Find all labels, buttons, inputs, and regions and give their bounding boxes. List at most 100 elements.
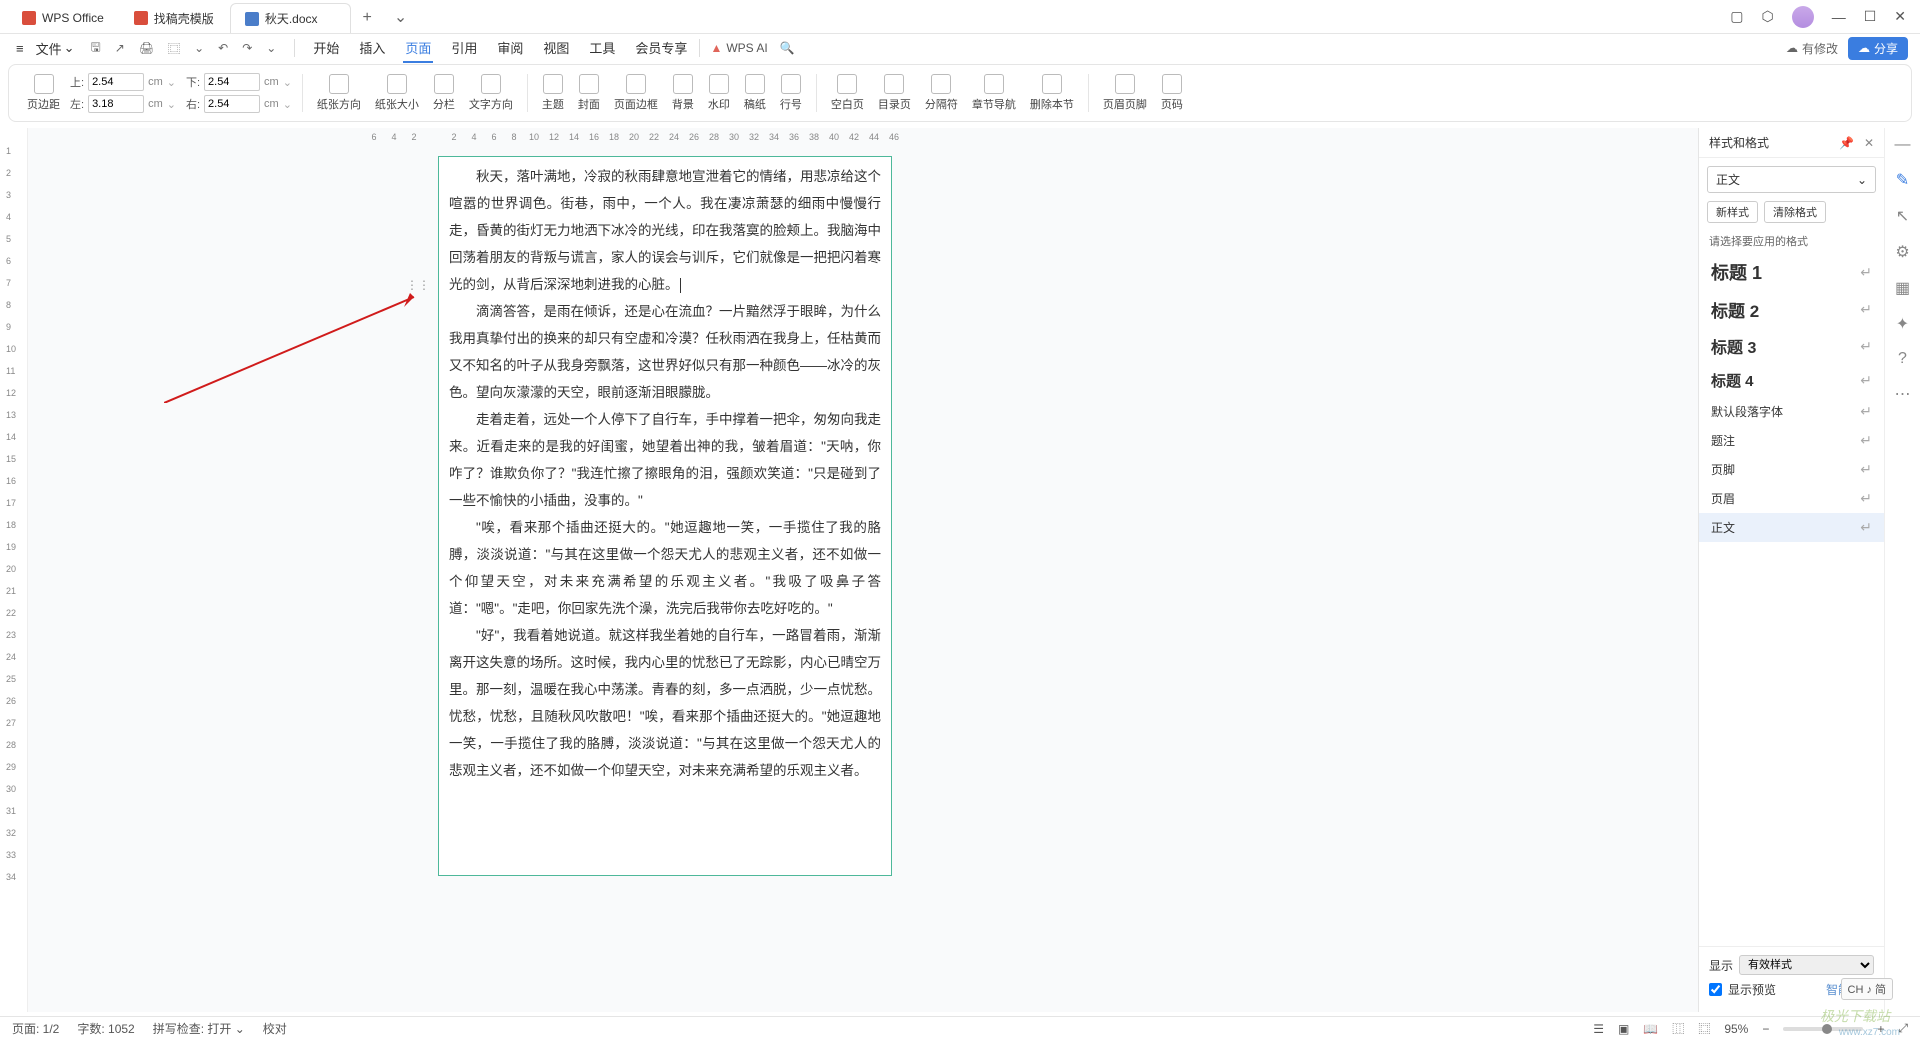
paragraph-4[interactable]: "唉，看来那个插曲还挺大的。"她逗趣地一笑，一手揽住了我的胳膊，淡淡说道："与其…	[449, 514, 881, 622]
cube-icon[interactable]: ⬡	[1761, 8, 1773, 25]
preview-checkbox[interactable]	[1709, 983, 1722, 996]
share-button[interactable]: ☁ 分享	[1848, 37, 1908, 60]
help-icon[interactable]: ?	[1898, 350, 1907, 368]
delete-section-button[interactable]: 删除本节	[1026, 72, 1078, 114]
template-tab[interactable]: 找稿壳模版	[120, 3, 228, 33]
qat-dropdown2[interactable]: ⌄	[266, 41, 276, 55]
zoom-level[interactable]: 95%	[1724, 1022, 1748, 1036]
proofing-status[interactable]: 校对	[263, 1020, 287, 1037]
paragraph-3[interactable]: 走着走着，远处一个人停下了自行车，手中撑着一把伞，匆匆向我走来。近看走来的是我的…	[449, 406, 881, 514]
clear-format-button[interactable]: 清除格式	[1764, 201, 1826, 223]
tab-tools[interactable]: 工具	[587, 34, 617, 63]
close-panel-icon[interactable]: ✕	[1864, 136, 1874, 150]
margin-right-input[interactable]	[204, 95, 260, 113]
margin-button[interactable]: 页边距	[23, 72, 64, 114]
tab-review[interactable]: 审阅	[495, 34, 525, 63]
export-icon[interactable]: ↗	[115, 41, 125, 55]
separator-button[interactable]: 分隔符	[921, 72, 962, 114]
style-item[interactable]: 标题 1↵	[1699, 253, 1884, 291]
paragraph-5[interactable]: "好"，我看着她说道。就这样我坐着她的自行车，一路冒着雨，渐渐离开这失意的场所。…	[449, 622, 881, 784]
watermark-button[interactable]: 水印	[704, 72, 734, 114]
settings-icon[interactable]: ⚙	[1895, 242, 1909, 262]
hamburger-button[interactable]: ≡	[12, 39, 28, 58]
tools-icon[interactable]: ✦	[1896, 314, 1909, 334]
blank-page-button[interactable]: 空白页	[827, 72, 868, 114]
margin-left-input[interactable]	[88, 95, 144, 113]
paragraph-2[interactable]: 滴滴答答，是雨在倾诉，还是心在流血？一片黯然浮于眼眸，为什么我用真挚付出的换来的…	[449, 298, 881, 406]
print-icon[interactable]: 🖨	[139, 41, 154, 55]
tab-page[interactable]: 页面	[403, 34, 433, 63]
edit-icon[interactable]: ✎	[1896, 170, 1909, 190]
maximize-button[interactable]: ☐	[1864, 8, 1877, 25]
view-mode-4-icon[interactable]: ⿲	[1672, 1020, 1684, 1037]
redo-icon[interactable]: ↷	[242, 41, 252, 55]
tab-insert[interactable]: 插入	[357, 34, 387, 63]
page-indicator[interactable]: 页面: 1/2	[12, 1020, 59, 1037]
collapse-icon[interactable]: —	[1895, 136, 1911, 154]
text-direction-button[interactable]: 文字方向	[465, 72, 517, 114]
style-item[interactable]: 页眉↵	[1699, 484, 1884, 513]
header-footer-button[interactable]: 页眉页脚	[1099, 72, 1151, 114]
style-item[interactable]: 页脚↵	[1699, 455, 1884, 484]
save-icon[interactable]: 🖫	[91, 38, 101, 59]
paper-style-button[interactable]: 稿纸	[740, 72, 770, 114]
restore-icon[interactable]: ▢	[1730, 8, 1743, 25]
columns-button[interactable]: 分栏	[429, 72, 459, 114]
theme-button[interactable]: 主题	[538, 72, 568, 114]
margin-bottom-input[interactable]	[204, 73, 260, 91]
style-item[interactable]: 标题 2↵	[1699, 291, 1884, 328]
anchor-icon[interactable]: ⋮⋮	[406, 278, 430, 292]
view-mode-3-icon[interactable]: 📖	[1643, 1022, 1658, 1036]
margin-top-input[interactable]	[88, 73, 144, 91]
paragraph-1[interactable]: 秋天，落叶满地，冷寂的秋雨肆意地宣泄着它的情绪，用悲凉给这个喧嚣的世界调色。街巷…	[449, 163, 881, 298]
close-button[interactable]: ✕	[1894, 8, 1906, 25]
orientation-button[interactable]: 纸张方向	[313, 72, 365, 114]
background-button[interactable]: 背景	[668, 72, 698, 114]
modified-label[interactable]: ☁ 有修改	[1786, 40, 1838, 57]
tab-view[interactable]: 视图	[541, 34, 571, 63]
search-icon[interactable]: 🔍	[780, 41, 795, 55]
wps-ai-button[interactable]: ▲WPS AI	[710, 41, 767, 55]
style-item[interactable]: 标题 4↵	[1699, 364, 1884, 397]
minimize-button[interactable]: —	[1832, 9, 1846, 25]
qat-dropdown[interactable]: ⌄	[194, 41, 204, 55]
add-tab-button[interactable]: +	[353, 3, 382, 33]
zoom-out-button[interactable]: −	[1762, 1022, 1769, 1036]
style-item[interactable]: 题注↵	[1699, 426, 1884, 455]
tab-start[interactable]: 开始	[311, 34, 341, 63]
tab-dropdown[interactable]: ⌄	[384, 1, 417, 33]
document-canvas[interactable]: 6422468101214161820222426283032343638404…	[28, 128, 1698, 1012]
chapter-nav-button[interactable]: 章节导航	[968, 72, 1020, 114]
style-item[interactable]: 默认段落字体↵	[1699, 397, 1884, 426]
home-tab[interactable]: WPS Office	[8, 3, 118, 33]
spell-check-status[interactable]: 拼写检查: 打开 ⌄	[153, 1020, 245, 1037]
toc-page-button[interactable]: 目录页	[874, 72, 915, 114]
style-item[interactable]: 正文↵	[1699, 513, 1884, 542]
page-number-button[interactable]: 页码	[1157, 72, 1187, 114]
grid-icon[interactable]: ▦	[1895, 278, 1910, 298]
tab-vip[interactable]: 会员专享	[633, 34, 689, 63]
file-menu[interactable]: 文件⌄	[32, 37, 79, 60]
pointer-icon[interactable]: ↖	[1896, 206, 1909, 226]
avatar[interactable]	[1792, 6, 1814, 28]
ime-badge[interactable]: CH ♪ 简	[1841, 978, 1894, 1000]
new-style-button[interactable]: 新样式	[1707, 201, 1758, 223]
cover-button[interactable]: 封面	[574, 72, 604, 114]
page-content[interactable]: 秋天，落叶满地，冷寂的秋雨肆意地宣泄着它的情绪，用悲凉给这个喧嚣的世界调色。街巷…	[438, 156, 892, 876]
paper-size-button[interactable]: 纸张大小	[371, 72, 423, 114]
line-number-button[interactable]: 行号	[776, 72, 806, 114]
pin-icon[interactable]: 📌	[1839, 136, 1854, 150]
document-tab[interactable]: 秋天.docx	[230, 3, 351, 33]
page-border-button[interactable]: 页面边框	[610, 72, 662, 114]
preview-icon[interactable]: ⿴	[168, 40, 180, 57]
undo-icon[interactable]: ↶	[218, 41, 228, 55]
tab-reference[interactable]: 引用	[449, 34, 479, 63]
more-icon[interactable]: ⋯	[1895, 384, 1911, 404]
style-item[interactable]: 标题 3↵	[1699, 328, 1884, 364]
view-mode-2-icon[interactable]: ▣	[1618, 1022, 1629, 1036]
word-count[interactable]: 字数: 1052	[77, 1020, 134, 1037]
view-mode-5-icon[interactable]: ⿴	[1698, 1020, 1710, 1037]
view-mode-1-icon[interactable]: ☰	[1593, 1022, 1604, 1036]
current-style-select[interactable]: 正文⌄	[1707, 166, 1876, 193]
show-select[interactable]: 有效样式	[1739, 955, 1874, 975]
